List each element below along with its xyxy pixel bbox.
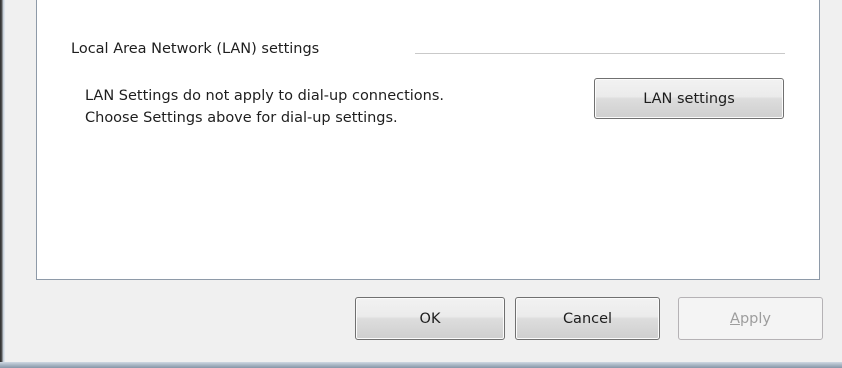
connections-tab-panel: Local Area Network (LAN) settings LAN Se…	[36, 0, 820, 280]
apply-accelerator-key: A	[730, 310, 740, 327]
lan-description-line-2: Choose Settings above for dial-up settin…	[85, 110, 398, 126]
window-border-bottom	[0, 362, 842, 368]
window-border-left	[0, 0, 5, 368]
apply-label-rest: pply	[739, 310, 771, 327]
lan-description-line-1: LAN Settings do not apply to dial-up con…	[85, 88, 445, 104]
lan-group-title: Local Area Network (LAN) settings	[71, 41, 320, 57]
cancel-button[interactable]: Cancel	[515, 297, 660, 340]
internet-options-dialog: Local Area Network (LAN) settings LAN Se…	[0, 0, 842, 368]
apply-button[interactable]: Apply	[678, 297, 823, 340]
lan-settings-button[interactable]: LAN settings	[594, 78, 784, 119]
lan-description: LAN Settings do not apply to dial-up con…	[85, 85, 444, 129]
ok-button[interactable]: OK	[355, 297, 505, 340]
group-divider	[415, 53, 785, 54]
